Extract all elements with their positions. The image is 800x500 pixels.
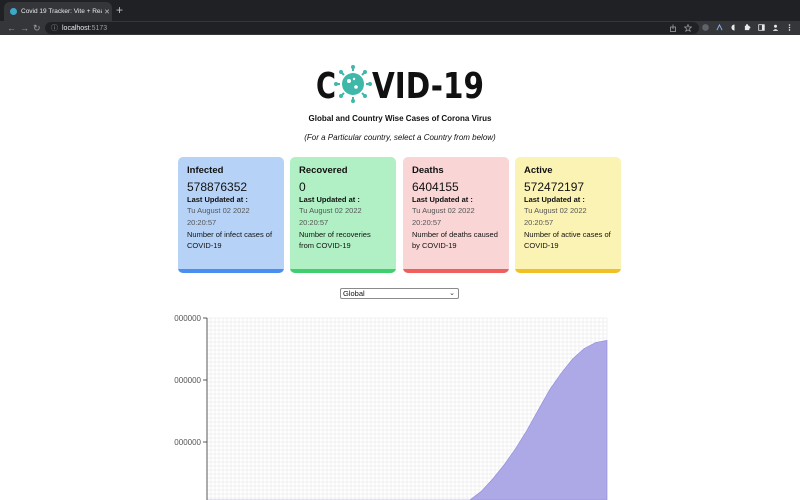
card-date: Tu August 02 2022 bbox=[187, 206, 250, 215]
extension-icon[interactable] bbox=[702, 24, 709, 31]
star-icon[interactable] bbox=[684, 24, 692, 32]
cases-area-chart: 000000 000000 000000 bbox=[174, 314, 608, 500]
y-tick-label: 000000 bbox=[174, 314, 201, 323]
share-icon[interactable] bbox=[669, 24, 677, 32]
extension-dark-icon[interactable] bbox=[731, 24, 738, 31]
card-updated-label: Last Updated at : bbox=[412, 195, 473, 204]
card-title: Recovered bbox=[299, 165, 348, 176]
card-updated-label: Last Updated at : bbox=[187, 195, 248, 204]
stat-card-infected: Infected 578876352 Last Updated at : Tu Aug… bbox=[178, 157, 284, 273]
card-value: 572472197 bbox=[524, 180, 585, 194]
card-updated-label: Last Updated at : bbox=[524, 195, 585, 204]
reload-icon[interactable]: ↻ bbox=[33, 22, 41, 34]
card-accent-bar bbox=[178, 269, 284, 273]
card-time: 20:20:57 bbox=[299, 218, 329, 227]
card-date: Tu August 02 2022 bbox=[524, 206, 587, 215]
extension-react-icon[interactable] bbox=[716, 24, 723, 31]
url-host: localhost bbox=[62, 24, 90, 32]
covid-logo: C VID-19 bbox=[316, 65, 484, 103]
card-description: Number of infect cases of COVID-19 bbox=[187, 230, 273, 250]
card-time: 20:20:57 bbox=[187, 218, 217, 227]
country-select[interactable]: Global ⌄ bbox=[340, 288, 459, 299]
card-description: Number of recoveries from COVID-19 bbox=[299, 230, 371, 250]
profile-icon[interactable] bbox=[772, 24, 779, 31]
browser-toolbar: ← → ↻ ⓘ localhost:5173 bbox=[0, 21, 800, 35]
favicon-icon bbox=[10, 8, 17, 15]
virus-icon bbox=[334, 65, 372, 103]
svg-text:C: C bbox=[316, 66, 336, 103]
card-title: Infected bbox=[187, 165, 224, 176]
card-value: 578876352 bbox=[187, 180, 248, 194]
card-accent-bar bbox=[403, 269, 509, 273]
url-port: :5173 bbox=[89, 24, 108, 32]
info-icon[interactable]: ⓘ bbox=[51, 23, 58, 33]
puzzle-icon[interactable] bbox=[744, 24, 751, 31]
page-subtitle: Global and Country Wise Cases of Corona … bbox=[308, 114, 492, 123]
card-date: Tu August 02 2022 bbox=[299, 206, 362, 215]
page-content: C VID-19 Global and Country Wise Cases o… bbox=[0, 35, 800, 500]
card-time: 20:20:57 bbox=[412, 218, 442, 227]
card-date: Tu August 02 2022 bbox=[412, 206, 475, 215]
card-description: Number of deaths caused by COVID-19 bbox=[412, 230, 498, 250]
card-time: 20:20:57 bbox=[524, 218, 554, 227]
card-title: Deaths bbox=[412, 165, 444, 176]
forward-arrow-icon[interactable]: → bbox=[20, 22, 29, 34]
card-description: Number of active cases of COVID-19 bbox=[524, 230, 611, 250]
kebab-menu-icon[interactable] bbox=[786, 24, 793, 31]
browser-tab[interactable]: Covid 19 Tracker: Vite + React ✕ bbox=[4, 2, 112, 21]
svg-text:VID-19: VID-19 bbox=[372, 66, 484, 103]
sidepanel-icon[interactable] bbox=[758, 24, 765, 31]
stat-card-deaths: Deaths 6404155 Last Updated at : Tu August … bbox=[403, 157, 509, 273]
card-updated-label: Last Updated at : bbox=[299, 195, 360, 204]
address-bar[interactable]: ⓘ localhost:5173 bbox=[45, 22, 699, 34]
y-tick-label: 000000 bbox=[174, 438, 201, 447]
back-arrow-icon[interactable]: ← bbox=[7, 22, 16, 34]
browser-tab-bar: Covid 19 Tracker: Vite + React ✕ + bbox=[0, 0, 800, 21]
card-value: 0 bbox=[299, 180, 306, 194]
stat-card-recovered: Recovered 0 Last Updated at : Tu August 02 … bbox=[290, 157, 396, 273]
chevron-down-icon: ⌄ bbox=[449, 290, 455, 297]
card-accent-bar bbox=[290, 269, 396, 273]
y-tick-label: 000000 bbox=[174, 376, 201, 385]
tab-title: Covid 19 Tracker: Vite + React bbox=[21, 8, 102, 15]
select-hint: (For a Particular country, select a Coun… bbox=[304, 133, 496, 142]
card-accent-bar bbox=[515, 269, 621, 273]
card-value: 6404155 bbox=[412, 180, 459, 194]
card-title: Active bbox=[524, 165, 553, 176]
tab-close-icon[interactable]: ✕ bbox=[102, 8, 112, 16]
stat-card-active: Active 572472197 Last Updated at : Tu Augus… bbox=[515, 157, 621, 273]
country-select-value: Global bbox=[343, 289, 365, 298]
new-tab-icon[interactable]: + bbox=[116, 4, 123, 16]
